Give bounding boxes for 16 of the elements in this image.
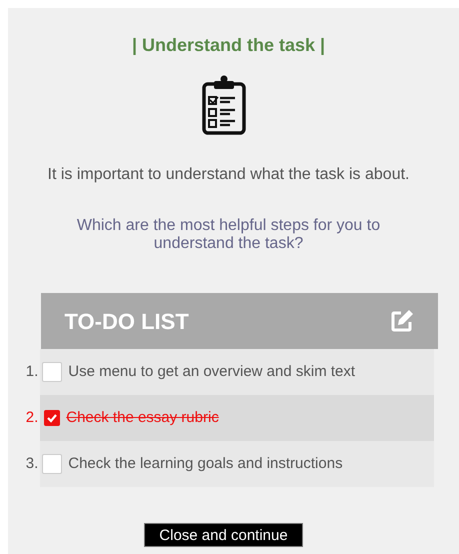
item-label: Use menu to get an overview and skim text xyxy=(68,362,356,382)
edit-icon xyxy=(390,309,414,333)
item-label: Check the learning goals and instructions xyxy=(68,454,343,474)
clipboard-icon xyxy=(200,75,246,135)
item-number: 3. xyxy=(24,454,40,474)
checkbox[interactable] xyxy=(42,454,62,474)
item-label: Check the essay rubric xyxy=(66,408,219,428)
heading: | Understand the task | xyxy=(132,34,326,57)
item-number: 2. xyxy=(24,408,40,428)
close-and-continue-button[interactable]: Close and continue xyxy=(144,523,303,547)
item-number: 1. xyxy=(24,362,40,382)
intro-text: It is important to understand what the task is about. xyxy=(48,165,410,185)
question-text: Which are the most helpful steps for you to understand the task? xyxy=(76,217,382,253)
todo-heading: TO-DO LIST xyxy=(64,308,189,336)
checkbox[interactable] xyxy=(44,410,60,426)
checkbox[interactable] xyxy=(42,362,62,382)
